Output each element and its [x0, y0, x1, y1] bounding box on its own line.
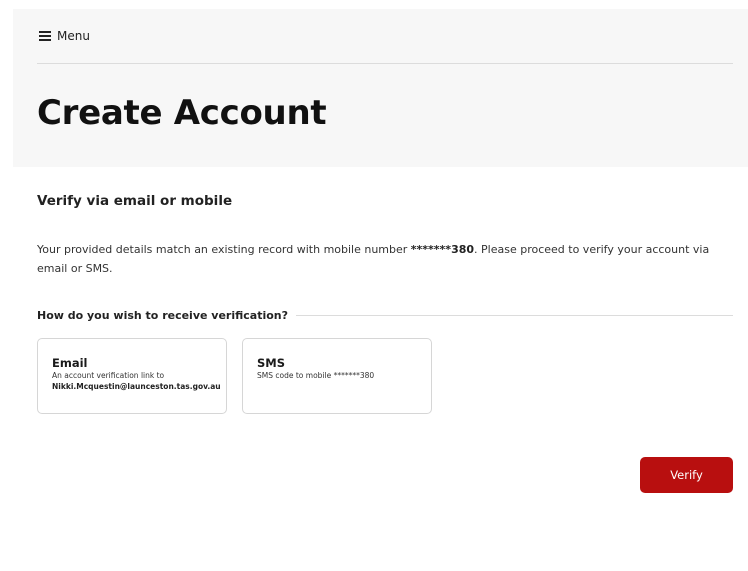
section-title: Verify via email or mobile [37, 193, 233, 209]
sms-option-card[interactable]: SMS SMS code to mobile *******380 [242, 338, 432, 414]
verify-button[interactable]: Verify [640, 457, 733, 493]
header-divider [37, 63, 733, 64]
left-edge [0, 0, 13, 571]
email-address: Nikki.Mcquestin@launceston.tas.gov.au [52, 382, 221, 391]
sms-option-title: SMS [257, 356, 286, 370]
verification-question: How do you wish to receive verification? [37, 309, 289, 322]
page: Menu Create Account Verify via email or … [0, 0, 748, 571]
email-option-title: Email [52, 356, 88, 370]
legend-divider [296, 315, 733, 316]
hamburger-icon [39, 31, 51, 41]
verification-fieldset-legend: How do you wish to receive verification? [37, 309, 733, 322]
sms-option-description: SMS code to mobile *******380 [257, 371, 375, 380]
email-option-description: An account verification link to [52, 371, 165, 380]
menu-button[interactable]: Menu [39, 29, 90, 43]
email-option-card[interactable]: Email An account verification link to Ni… [37, 338, 227, 414]
masked-mobile: *******380 [410, 243, 475, 256]
menu-label: Menu [57, 29, 90, 43]
info-text: Your provided details match an existing … [37, 240, 737, 278]
page-title: Create Account [37, 93, 327, 133]
page-header: Menu Create Account [13, 9, 748, 167]
info-prefix: Your provided details match an existing … [37, 243, 411, 256]
